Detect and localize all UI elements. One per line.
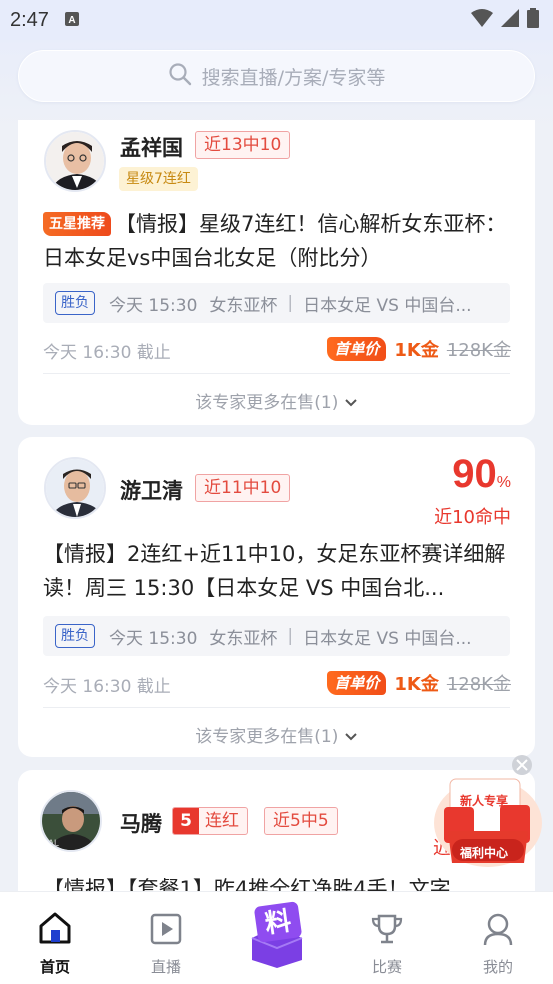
price-original: 128K金 (446, 340, 511, 361)
home-icon (37, 910, 73, 950)
separator: | (287, 626, 294, 646)
svg-text:AL: AL (48, 838, 59, 848)
status-time: 2:47 (10, 8, 49, 31)
price-current: 1K金 (394, 674, 439, 695)
svg-text:A: A (68, 15, 75, 26)
nav-match[interactable]: 比赛 (342, 892, 432, 984)
chevron-down-icon (344, 727, 358, 747)
welfare-new-user-label: 新人专享 (460, 794, 509, 808)
price-original: 128K金 (446, 674, 511, 695)
search-bar[interactable]: 搜索直播/方案/专家等 (18, 50, 535, 102)
expert-avatar[interactable]: AL (40, 790, 102, 852)
play-icon (149, 912, 183, 950)
five-star-badge: 五星推荐 (43, 212, 111, 236)
record-tag: 近5中5 (264, 807, 338, 835)
divider (43, 373, 510, 374)
match-time: 今天 15:30 (109, 295, 198, 316)
search-icon (168, 62, 192, 90)
signal-icon (501, 9, 519, 31)
expert-name: 游卫清 (120, 479, 183, 503)
separator: | (287, 293, 294, 313)
match-info: 胜负 今天 15:30 女东亚杯 | 日本女足 VS 中国台... (43, 283, 510, 323)
hit-rate-caption: 近10命中 (434, 507, 511, 528)
divider (43, 707, 510, 708)
expert-card[interactable]: 游卫清 近11中10 90% 近10命中 【情报】2连红+近11中10，女足东亚… (18, 437, 535, 757)
search-placeholder: 搜索直播/方案/专家等 (201, 66, 386, 89)
nav-home[interactable]: 首页 (10, 892, 100, 984)
bottom-navigation: 首页 直播 料 比赛 我的 (0, 891, 553, 984)
price-current: 1K金 (394, 340, 439, 361)
svg-text:料: 料 (263, 906, 293, 939)
record-tag: 近13中10 (195, 131, 291, 159)
nav-baoliao[interactable]: 料 (232, 892, 322, 984)
welfare-center-label: 福利中心 (460, 846, 509, 860)
deadline: 今天 16:30 截止 (43, 343, 171, 363)
expert-card[interactable]: 孟祥国 近13中10 星级7连红 五星推荐 【情报】星级7连红！信心解析女东亚杯：… (18, 120, 535, 425)
close-icon[interactable] (512, 755, 532, 775)
hit-rate: 90% (452, 452, 511, 496)
more-on-sale-link[interactable]: 该专家更多在售(1) (18, 722, 535, 747)
expert-avatar[interactable] (44, 457, 106, 519)
nav-mine[interactable]: 我的 (453, 892, 543, 984)
baoliao-icon: 料 (244, 898, 310, 972)
expert-name: 孟祥国 (120, 136, 183, 160)
bet-type-tag: 胜负 (55, 624, 95, 648)
plan-title[interactable]: 五星推荐 【情报】星级7连红！信心解析女东亚杯：日本女足vs中国台北女足（附比分） (43, 207, 513, 275)
match-name: 日本女足 VS 中国台... (303, 628, 472, 649)
match-name: 日本女足 VS 中国台... (303, 295, 472, 316)
first-price-label: 首单价 (327, 671, 387, 695)
league-name: 女东亚杯 (209, 628, 278, 649)
wifi-icon (471, 9, 493, 31)
trophy-icon (370, 912, 404, 950)
status-bar: 2:47 A (0, 0, 553, 40)
user-icon (481, 912, 515, 950)
match-info: 胜负 今天 15:30 女东亚杯 | 日本女足 VS 中国台... (43, 616, 510, 656)
league-name: 女东亚杯 (209, 295, 278, 316)
record-tag: 近11中10 (195, 474, 291, 502)
match-time: 今天 15:30 (109, 628, 198, 649)
notification-icon: A (64, 11, 79, 30)
streak-tag: 5 连红 (172, 807, 248, 835)
more-on-sale-link[interactable]: 该专家更多在售(1) (18, 388, 535, 413)
first-price-label: 首单价 (327, 337, 387, 361)
price-area: 首单价 1K金 128K金 (327, 670, 511, 696)
battery-icon (527, 8, 539, 32)
plan-title-text: 【情报】星级7连红！信心解析女东亚杯：日本女足vs中国台北女足（附比分） (43, 212, 507, 270)
nav-live[interactable]: 直播 (121, 892, 211, 984)
chevron-down-icon (344, 393, 358, 413)
level-tag: 星级7连红 (119, 167, 198, 191)
plan-title[interactable]: 【情报】2连红+近11中10，女足东亚杯赛详细解读！周三 15:30【日本女足 … (43, 537, 513, 605)
bet-type-tag: 胜负 (55, 291, 95, 315)
deadline: 今天 16:30 截止 (43, 677, 171, 697)
price-area: 首单价 1K金 128K金 (327, 336, 511, 362)
welfare-center-widget[interactable]: 新人专享 福利中心 (428, 755, 546, 875)
expert-name: 马腾 (120, 812, 162, 836)
expert-avatar[interactable] (44, 130, 106, 192)
